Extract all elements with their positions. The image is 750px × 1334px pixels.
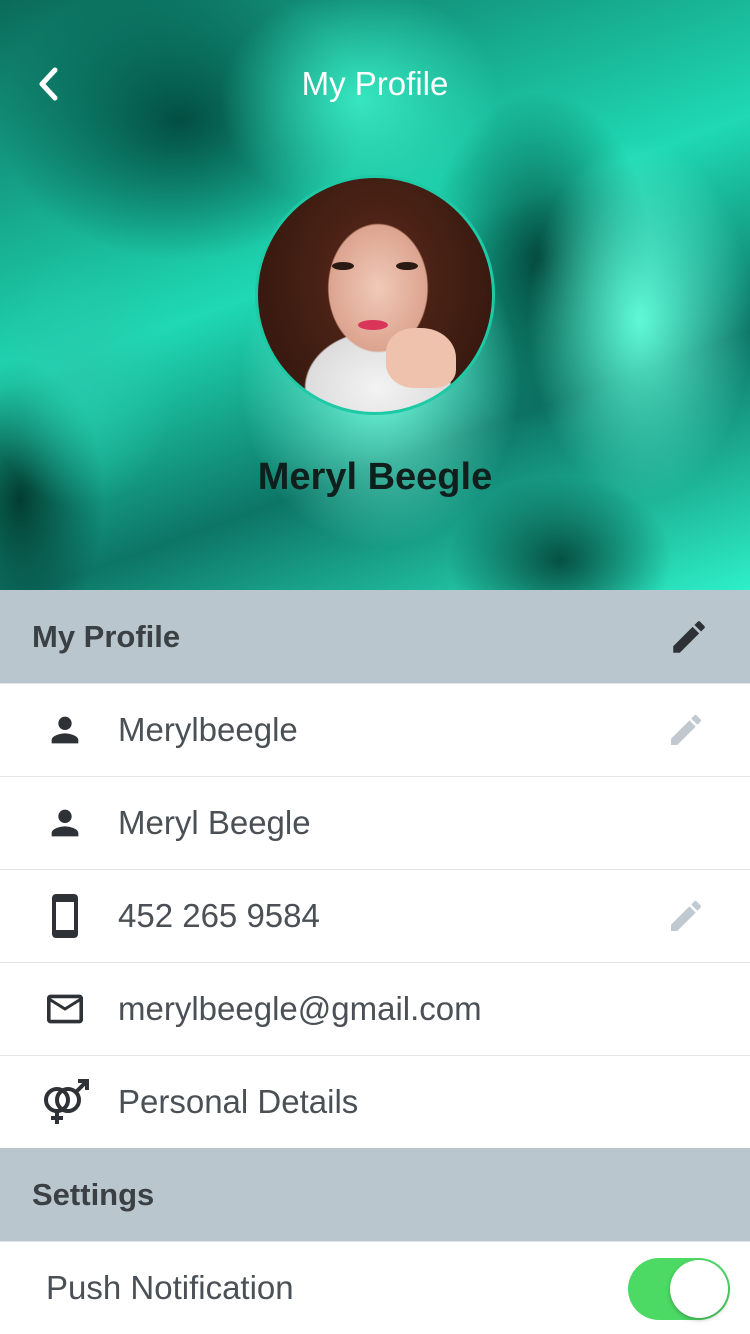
push-notification-label: Push Notification	[46, 1269, 294, 1306]
gender-icon	[40, 1079, 90, 1125]
pencil-icon	[673, 621, 705, 653]
edit-profile-button[interactable]	[668, 616, 710, 658]
personal-details-label: Personal Details	[118, 1083, 359, 1120]
toggle-knob	[670, 1260, 728, 1318]
pencil-icon	[671, 714, 702, 745]
push-notification-toggle[interactable]	[628, 1258, 730, 1320]
list-item-personal-details[interactable]: Personal Details	[0, 1055, 750, 1148]
email-value: merylbeegle@gmail.com	[118, 990, 482, 1027]
section-my-profile: My Profile	[0, 590, 750, 683]
section-title: My Profile	[32, 618, 181, 654]
list-item-email: merylbeegle@gmail.com	[0, 962, 750, 1055]
edit-phone-button[interactable]	[666, 896, 706, 936]
person-icon	[40, 707, 90, 753]
avatar	[255, 175, 495, 415]
phone-icon	[40, 893, 90, 939]
person-icon	[40, 800, 90, 846]
user-name: Meryl Beegle	[257, 456, 493, 498]
phone-value: 452 265 9584	[118, 897, 320, 934]
profile-header: My Profile Meryl Beegle	[0, 0, 750, 590]
mail-icon	[40, 986, 90, 1032]
page-title: My Profile	[301, 65, 449, 102]
edit-username-button[interactable]	[666, 710, 706, 750]
list-item-phone[interactable]: 452 265 9584	[0, 869, 750, 962]
pencil-icon	[671, 900, 702, 931]
section-settings: Settings	[0, 1148, 750, 1241]
list-item-push-notification: Push Notification	[0, 1241, 750, 1334]
username-value: Merylbeegle	[118, 711, 298, 748]
list-item-full-name: Meryl Beegle	[0, 776, 750, 869]
list-item-username[interactable]: Merylbeegle	[0, 683, 750, 776]
full-name-value: Meryl Beegle	[118, 804, 311, 841]
section-title: Settings	[32, 1176, 155, 1212]
